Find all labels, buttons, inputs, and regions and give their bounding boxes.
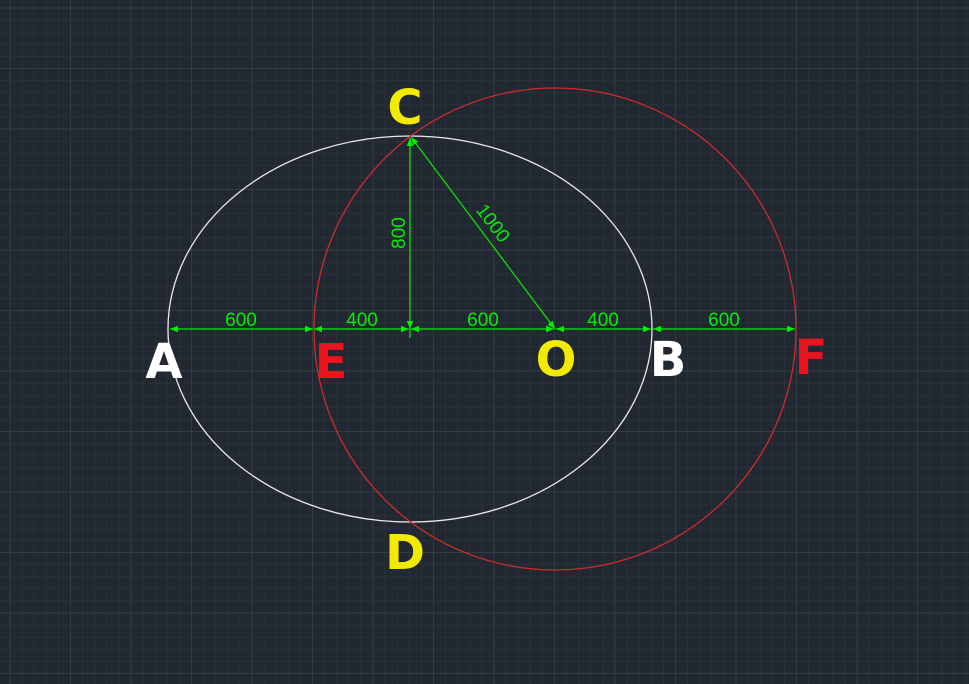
dim-text-ec: 400 — [346, 310, 378, 331]
point-label-e: E — [315, 334, 348, 390]
dim-text-ae: 600 — [225, 310, 257, 331]
point-label-d: D — [385, 525, 425, 581]
dim-text-vertical: 800 — [389, 217, 410, 249]
point-label-f: F — [795, 330, 828, 386]
point-label-a: A — [145, 334, 182, 390]
cad-drawing-canvas: 600 400 600 400 600 800 1000 A E O B F C… — [0, 0, 969, 684]
dim-text-bf: 600 — [708, 310, 740, 331]
point-label-c: C — [387, 80, 422, 136]
dim-text-co: 600 — [467, 310, 499, 331]
point-label-o: O — [536, 332, 577, 388]
point-label-b: B — [650, 332, 687, 388]
dim-text-ob: 400 — [587, 310, 619, 331]
